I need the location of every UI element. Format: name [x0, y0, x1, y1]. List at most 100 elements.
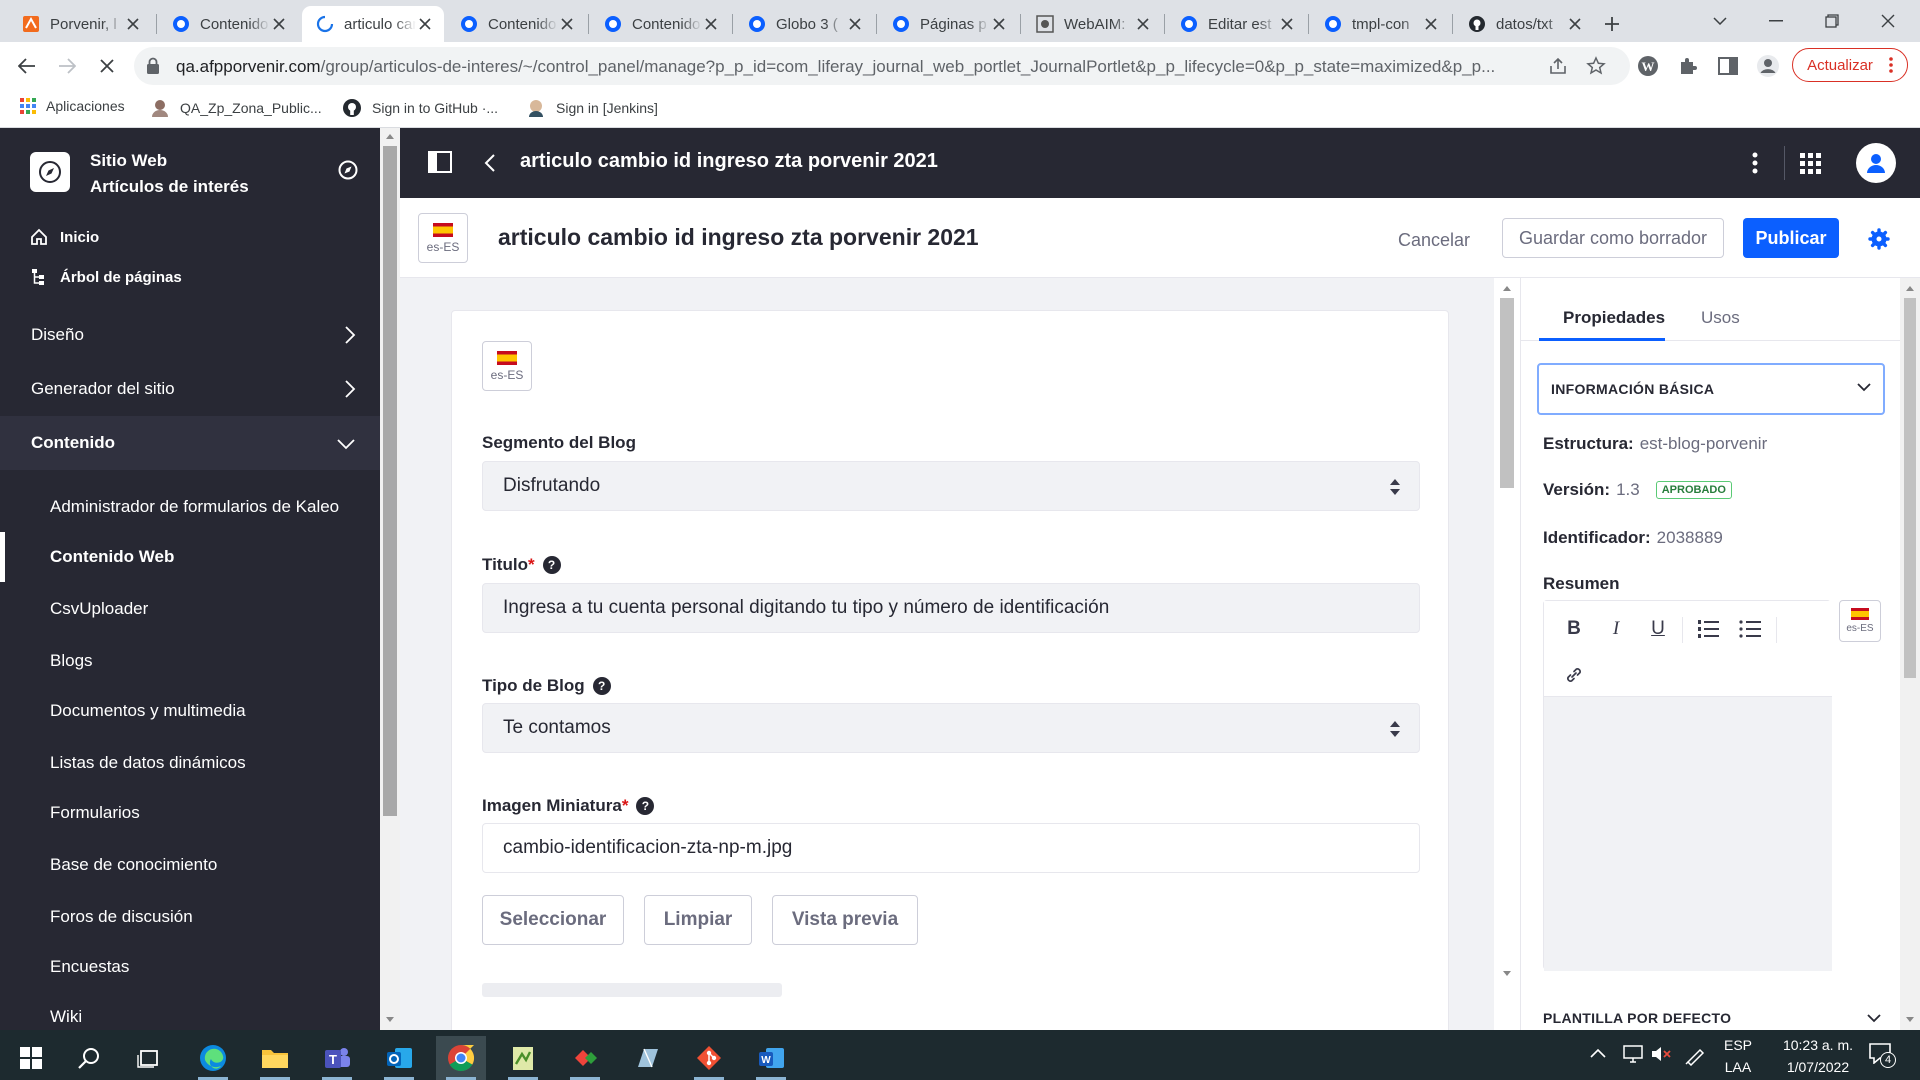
- browser-tab[interactable]: Contenido: [158, 6, 298, 42]
- sidebar-item-blogs[interactable]: Blogs: [0, 636, 380, 686]
- underline-button[interactable]: U: [1642, 613, 1674, 645]
- notifications-button[interactable]: 4: [1868, 1042, 1898, 1070]
- git-taskbar-icon[interactable]: [684, 1036, 734, 1080]
- help-icon[interactable]: ?: [636, 797, 655, 815]
- close-icon[interactable]: [124, 15, 142, 33]
- bold-button[interactable]: B: [1558, 613, 1590, 645]
- sidebar-item-knowledge-base[interactable]: Base de conocimiento: [0, 840, 380, 890]
- wordpress-extension-icon[interactable]: W: [1634, 52, 1662, 80]
- star-bookmark-icon[interactable]: [1586, 56, 1606, 76]
- task-view-button[interactable]: [124, 1036, 174, 1080]
- browser-tab[interactable]: Contenido: [446, 6, 586, 42]
- default-template-section[interactable]: PLANTILLA POR DEFECTO: [1543, 1010, 1731, 1026]
- scroll-down-arrow-icon[interactable]: [1502, 970, 1512, 978]
- start-button[interactable]: [6, 1036, 56, 1080]
- site-name[interactable]: Sitio Web Artículos de interés: [90, 148, 249, 200]
- lock-icon[interactable]: [146, 57, 160, 75]
- title-input[interactable]: Ingresa a tu cuenta personal digitando t…: [482, 583, 1420, 633]
- sidebar-item-documents[interactable]: Documentos y multimedia: [0, 686, 380, 736]
- clock[interactable]: 10:23 a. m. 1/07/2022: [1768, 1034, 1868, 1078]
- bookmark-jenkins[interactable]: Sign in [Jenkins]: [526, 98, 658, 118]
- sidebar-section-contenido[interactable]: Contenido: [0, 416, 380, 470]
- app-taskbar-icon[interactable]: [622, 1036, 672, 1080]
- sidebar-item-polls[interactable]: Encuestas: [0, 942, 380, 992]
- close-icon[interactable]: [1422, 15, 1440, 33]
- sidebar-section-diseno[interactable]: Diseño: [0, 308, 380, 362]
- browser-tab[interactable]: tmpl-con: [1310, 6, 1450, 42]
- summary-locale-selector[interactable]: es-ES: [1839, 600, 1881, 642]
- chrome-taskbar-icon[interactable]: [436, 1036, 486, 1080]
- input-language[interactable]: ESP LAA: [1718, 1034, 1758, 1078]
- scrollbar-thumb[interactable]: [383, 146, 397, 816]
- anydesk-taskbar-icon[interactable]: [560, 1036, 610, 1080]
- tray-chevron-up-icon[interactable]: [1590, 1048, 1606, 1058]
- basic-info-collapse[interactable]: INFORMACIÓN BÁSICA: [1537, 363, 1885, 415]
- browser-tab[interactable]: Páginas p: [878, 6, 1018, 42]
- outlook-taskbar-icon[interactable]: [374, 1036, 424, 1080]
- chevron-down-icon[interactable]: [1867, 1014, 1881, 1023]
- volume-muted-icon[interactable]: [1650, 1044, 1672, 1064]
- restore-button[interactable]: [1804, 0, 1860, 42]
- unordered-list-button[interactable]: [1734, 613, 1766, 645]
- link-button[interactable]: [1558, 659, 1590, 691]
- bookmark-github[interactable]: Sign in to GitHub ·...: [342, 98, 498, 118]
- word-taskbar-icon[interactable]: W: [746, 1036, 796, 1080]
- select-image-button[interactable]: Seleccionar: [482, 895, 624, 945]
- browser-tab[interactable]: Porvenir, l: [8, 6, 152, 42]
- tab-uses[interactable]: Usos: [1701, 308, 1740, 328]
- close-icon[interactable]: [1278, 15, 1296, 33]
- tab-search-chevron-icon[interactable]: [1692, 0, 1748, 42]
- close-icon[interactable]: [416, 15, 434, 33]
- file-explorer-taskbar-icon[interactable]: [250, 1036, 300, 1080]
- preview-image-button[interactable]: Vista previa: [772, 895, 918, 945]
- profile-icon[interactable]: [1754, 52, 1782, 80]
- save-draft-button[interactable]: Guardar como borrador: [1502, 218, 1724, 258]
- gear-icon[interactable]: [1868, 228, 1890, 250]
- publish-button[interactable]: Publicar: [1743, 218, 1839, 258]
- panel-scrollbar[interactable]: [1900, 278, 1920, 1030]
- locale-selector[interactable]: es-ES: [418, 213, 468, 263]
- sidebar-item-forms[interactable]: Formularios: [0, 788, 380, 838]
- compass-icon[interactable]: [338, 160, 358, 180]
- browser-tab[interactable]: WebAIM:: [1022, 6, 1162, 42]
- close-icon[interactable]: [1134, 15, 1152, 33]
- scroll-down-arrow-icon[interactable]: [1905, 1016, 1915, 1024]
- scrollbar-thumb[interactable]: [1904, 298, 1916, 678]
- sidebar-item-kaleo-forms[interactable]: Administrador de formularios de Kaleo: [0, 482, 380, 532]
- content-scrollbar[interactable]: [1494, 278, 1520, 1030]
- minimize-button[interactable]: [1748, 0, 1804, 42]
- search-button[interactable]: [64, 1036, 114, 1080]
- bookmark-apps[interactable]: Aplicaciones: [20, 98, 125, 114]
- close-icon[interactable]: [270, 15, 288, 33]
- share-icon[interactable]: [1548, 56, 1568, 76]
- blog-type-select[interactable]: Te contamos: [482, 703, 1420, 753]
- close-icon[interactable]: [558, 15, 576, 33]
- browser-tab[interactable]: Globo 3 (: [734, 6, 874, 42]
- notepad-taskbar-icon[interactable]: [498, 1036, 548, 1080]
- scrollbar-thumb[interactable]: [1500, 298, 1514, 488]
- pen-icon[interactable]: [1684, 1044, 1706, 1066]
- segment-select[interactable]: Disfrutando: [482, 461, 1420, 511]
- cancel-button[interactable]: Cancelar: [1398, 222, 1470, 258]
- form-locale-selector[interactable]: es-ES: [482, 341, 532, 391]
- options-vertical-icon[interactable]: [1752, 152, 1758, 174]
- url-text[interactable]: qa.afpporvenir.com/group/articulos-de-in…: [176, 57, 1536, 77]
- ordered-list-button[interactable]: [1692, 613, 1724, 645]
- extensions-puzzle-icon[interactable]: [1674, 52, 1702, 80]
- scroll-up-arrow-icon[interactable]: [1905, 284, 1915, 292]
- scroll-up-arrow-icon[interactable]: [385, 132, 395, 140]
- site-logo[interactable]: [30, 152, 70, 192]
- edge-taskbar-icon[interactable]: [188, 1036, 238, 1080]
- thumbnail-input[interactable]: cambio-identificacion-zta-np-m.jpg: [482, 823, 1420, 873]
- side-panel-icon[interactable]: [1714, 52, 1742, 80]
- tab-properties[interactable]: Propiedades: [1563, 308, 1665, 328]
- new-tab-button[interactable]: [1598, 10, 1626, 38]
- sidebar-section-generador[interactable]: Generador del sitio: [0, 362, 380, 416]
- sidebar-item-ddl[interactable]: Listas de datos dinámicos: [0, 738, 380, 788]
- sidebar-item-wiki[interactable]: Wiki: [0, 992, 380, 1030]
- user-avatar[interactable]: [1856, 143, 1896, 183]
- stop-loading-button[interactable]: [92, 51, 122, 81]
- back-arrow-icon[interactable]: [484, 153, 496, 173]
- sidebar-item-page-tree[interactable]: Árbol de páginas: [30, 268, 182, 286]
- browser-tab[interactable]: Contenido: [590, 6, 730, 42]
